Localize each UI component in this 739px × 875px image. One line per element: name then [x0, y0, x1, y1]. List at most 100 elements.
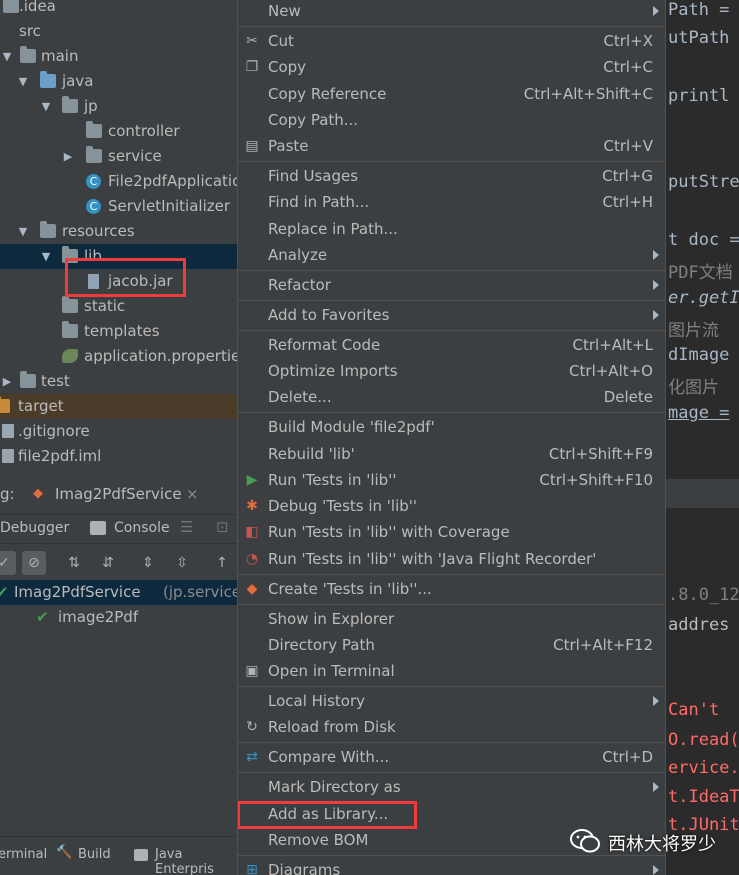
- close-icon[interactable]: ×: [186, 481, 199, 507]
- menu-item-new[interactable]: New: [238, 0, 665, 24]
- tree-item-src[interactable]: src: [0, 19, 237, 44]
- console-error-line: ervice.: [668, 758, 739, 778]
- chevron-down-icon[interactable]: ▼: [39, 94, 53, 119]
- tree-item-file2pdf-application[interactable]: C File2pdfApplicatio: [0, 169, 237, 194]
- test-result-root[interactable]: ✔ Imag2PdfService (jp.service: [0, 580, 241, 605]
- run-config-name: Imag2PdfService: [55, 485, 182, 503]
- toggle-ignored-icon[interactable]: ⊘: [22, 551, 46, 575]
- menu-item-create-tests[interactable]: ◆ Create 'Tests in 'lib''...: [238, 576, 665, 602]
- menu-item-analyze[interactable]: Analyze: [238, 242, 665, 268]
- java-enterprise-icon: [134, 849, 148, 861]
- tree-item-controller[interactable]: controller: [0, 119, 237, 144]
- collapse-all-icon[interactable]: ⇳: [170, 551, 194, 575]
- run-config-tab[interactable]: g: ◆ Imag2PdfService ×: [0, 481, 237, 507]
- menu-item-copy-path[interactable]: Copy Path...: [238, 107, 665, 133]
- tree-item-test[interactable]: ▶ test: [0, 369, 237, 394]
- chevron-down-icon[interactable]: ▼: [16, 69, 30, 94]
- spring-class-icon: C: [86, 174, 101, 189]
- menu-item-directory-path[interactable]: Directory Path Ctrl+Alt+F12: [238, 632, 665, 658]
- tree-item-servlet-initializer[interactable]: C ServletInitializer: [0, 194, 237, 219]
- tree-item-jp[interactable]: ▼ jp: [0, 94, 237, 119]
- bottom-tool-tabs: erminal 🔨 Build Java Enterpris: [0, 836, 237, 875]
- chevron-down-icon[interactable]: ▼: [16, 219, 30, 244]
- tab-console[interactable]: Console: [114, 520, 170, 536]
- file-icon: [2, 424, 14, 438]
- class-icon: C: [86, 199, 101, 214]
- code-line: t doc =: [668, 230, 739, 250]
- console-error-line: t.IdeaT: [668, 787, 739, 807]
- tree-item-resources[interactable]: ▼ resources: [0, 219, 237, 244]
- debug-bug-icon: ✱: [246, 498, 258, 514]
- previous-failed-icon[interactable]: ↑: [210, 551, 234, 575]
- tree-item-templates[interactable]: templates: [0, 319, 237, 344]
- project-tree: .idea src ▼ main ▼ java ▼ jp controller …: [0, 0, 237, 470]
- menu-item-reformat-code[interactable]: Reformat Code Ctrl+Alt+L: [238, 332, 665, 358]
- tree-item-jacob-jar[interactable]: jacob.jar: [0, 269, 237, 294]
- tab-debugger[interactable]: Debugger: [0, 520, 69, 536]
- menu-item-debug-tests[interactable]: ✱ Debug 'Tests in 'lib'': [238, 493, 665, 519]
- menu-item-open-in-terminal[interactable]: ▣ Open in Terminal: [238, 658, 665, 684]
- menu-item-mark-directory-as[interactable]: Mark Directory as: [238, 774, 665, 800]
- tree-item-java[interactable]: ▼ java: [0, 69, 237, 94]
- test-result-child[interactable]: ✔ image2Pdf: [0, 605, 237, 630]
- test-create-icon: ◆: [246, 581, 258, 597]
- menu-item-run-with-jfr[interactable]: ◔ Run 'Tests in 'lib'' with 'Java Flight…: [238, 546, 665, 572]
- menu-item-paste[interactable]: ▤ Paste Ctrl+V: [238, 133, 665, 159]
- menu-item-show-in-explorer[interactable]: Show in Explorer: [238, 606, 665, 632]
- menu-item-add-to-favorites[interactable]: Add to Favorites: [238, 302, 665, 328]
- menu-separator: [238, 574, 665, 575]
- scissors-icon: ✂: [246, 33, 258, 49]
- tree-item-static[interactable]: static: [0, 294, 237, 319]
- tab-java-enterprise[interactable]: Java Enterpris: [155, 847, 237, 875]
- folder-icon: [20, 371, 36, 388]
- package-icon: [62, 96, 78, 113]
- sort-alpha-icon[interactable]: ⇅: [62, 551, 86, 575]
- menu-separator: [238, 772, 665, 773]
- tree-item-file2pdf-iml[interactable]: file2pdf.iml: [0, 444, 237, 469]
- menu-separator: [238, 742, 665, 743]
- chevron-down-icon[interactable]: ▼: [39, 244, 53, 269]
- menu-item-find-usages[interactable]: Find Usages Ctrl+G: [238, 163, 665, 189]
- menu-item-refactor[interactable]: Refactor: [238, 272, 665, 298]
- expand-all-icon[interactable]: ⇕: [136, 551, 160, 575]
- tree-item-main[interactable]: ▼ main: [0, 44, 237, 69]
- tree-item-application-properties[interactable]: application.propertie: [0, 344, 237, 369]
- menu-item-replace-in-path[interactable]: Replace in Path...: [238, 216, 665, 242]
- tree-item-service[interactable]: ▶ service: [0, 144, 237, 169]
- sort-duration-icon[interactable]: ⇵: [96, 551, 120, 575]
- clipboard-icon: ▤: [245, 138, 259, 154]
- menu-item-rebuild[interactable]: Rebuild 'lib' Ctrl+Shift+F9: [238, 441, 665, 467]
- menu-item-local-history[interactable]: Local History: [238, 688, 665, 714]
- menu-item-reload-from-disk[interactable]: ↻ Reload from Disk: [238, 714, 665, 740]
- menu-item-add-as-library[interactable]: Add as Library...: [238, 801, 665, 827]
- wechat-logo-icon: [570, 829, 600, 853]
- code-line: er.getI: [668, 288, 739, 308]
- profiler-icon: ◔: [245, 551, 259, 567]
- menu-item-optimize-imports[interactable]: Optimize Imports Ctrl+Alt+O: [238, 358, 665, 384]
- menu-item-find-in-path[interactable]: Find in Path... Ctrl+H: [238, 189, 665, 215]
- menu-item-copy[interactable]: ❐ Copy Ctrl+C: [238, 54, 665, 80]
- menu-item-build-module[interactable]: Build Module 'file2pdf': [238, 414, 665, 440]
- tree-item-idea[interactable]: .idea: [0, 0, 237, 19]
- menu-item-run-tests[interactable]: ▶ Run 'Tests in 'lib'' Ctrl+Shift+F10: [238, 467, 665, 493]
- layout-icon[interactable]: ⊡: [216, 518, 229, 536]
- module-file-icon: [2, 449, 14, 463]
- tree-item-gitignore[interactable]: .gitignore: [0, 419, 237, 444]
- toggle-passed-icon[interactable]: ✓: [0, 551, 16, 575]
- tab-terminal[interactable]: erminal: [0, 847, 47, 862]
- tab-build[interactable]: Build: [78, 847, 111, 862]
- menu-lines-icon[interactable]: ☰: [180, 518, 193, 536]
- menu-item-cut[interactable]: ✂ Cut Ctrl+X: [238, 28, 665, 54]
- package-icon: [86, 121, 102, 138]
- chevron-down-icon[interactable]: ▼: [0, 44, 14, 69]
- code-editor[interactable]: Path = utPath printl putStre t doc = PDF…: [666, 0, 739, 445]
- run-console[interactable]: .8.0_12 addres Can't O.read( ervice. t.I…: [666, 445, 739, 875]
- chevron-right-icon[interactable]: ▶: [61, 144, 75, 169]
- tree-item-lib[interactable]: ▼ lib: [0, 244, 237, 269]
- menu-item-run-with-coverage[interactable]: ◧ Run 'Tests in 'lib'' with Coverage: [238, 519, 665, 545]
- menu-item-delete[interactable]: Delete... Delete: [238, 384, 665, 410]
- tree-item-target[interactable]: target: [0, 394, 237, 419]
- menu-item-compare-with[interactable]: ⇄ Compare With... Ctrl+D: [238, 744, 665, 770]
- chevron-right-icon[interactable]: ▶: [0, 369, 14, 394]
- menu-item-copy-reference[interactable]: Copy Reference Ctrl+Alt+Shift+C: [238, 81, 665, 107]
